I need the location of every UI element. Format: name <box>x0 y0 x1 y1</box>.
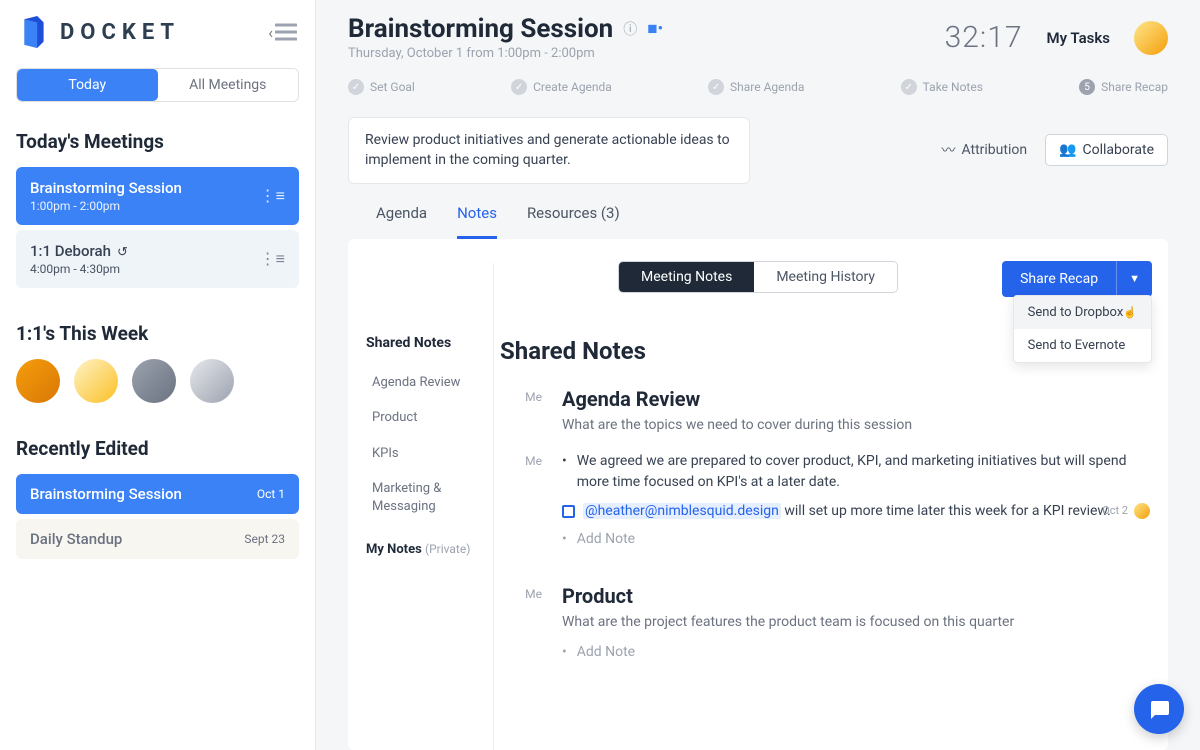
task-item[interactable]: @heather@nimblesquid.design will set up … <box>562 503 1150 519</box>
avatar[interactable] <box>74 359 118 403</box>
meeting-datetime: Thursday, October 1 from 1:00pm - 2:00pm <box>348 46 663 61</box>
step-set-goal[interactable]: ✓Set Goal <box>348 79 415 95</box>
chevron-left-icon: ‹ <box>268 23 273 42</box>
avatar[interactable] <box>132 359 176 403</box>
video-icon[interactable]: ■• <box>647 19 663 39</box>
sidebar: DOCKET ‹ Today All Meetings Today's Meet… <box>0 0 316 750</box>
people-icon: 👥 <box>1059 142 1076 158</box>
assignee-avatar[interactable] <box>1134 503 1150 519</box>
add-note-button[interactable]: •Add Note <box>562 642 1150 663</box>
recent-title: Daily Standup <box>30 530 122 548</box>
outline-marketing[interactable]: Marketing & Messaging <box>366 471 498 524</box>
share-recap-menu: Send to Dropbox☝ Send to Evernote <box>1013 295 1152 363</box>
view-toggle: Today All Meetings <box>16 68 299 102</box>
chart-icon: 〰 <box>941 140 955 160</box>
recent-date: Oct 1 <box>257 487 285 501</box>
meeting-time: 4:00pm - 4:30pm <box>30 262 128 276</box>
info-icon[interactable]: ⓘ <box>623 19 637 39</box>
attribution-button[interactable]: 〰 Attribution <box>941 140 1027 160</box>
step-share-agenda[interactable]: ✓Share Agenda <box>708 79 804 95</box>
section-agenda-review-title: Agenda Review <box>562 387 1150 411</box>
recent-standup[interactable]: Daily Standup Sept 23 <box>16 519 299 559</box>
toggle-today[interactable]: Today <box>17 69 158 101</box>
check-icon: ✓ <box>901 79 917 95</box>
logo[interactable]: DOCKET <box>18 16 180 48</box>
note-bullet[interactable]: •We agreed we are prepared to cover prod… <box>562 451 1150 493</box>
history-icon: ↺ <box>117 245 128 260</box>
check-icon: ✓ <box>511 79 527 95</box>
collapse-sidebar-button[interactable]: ‹ <box>268 23 297 42</box>
outline-product[interactable]: Product <box>366 400 498 436</box>
collaborate-button[interactable]: 👥 Collaborate <box>1045 134 1168 166</box>
checkbox-icon[interactable] <box>562 505 575 518</box>
avatar[interactable] <box>16 359 60 403</box>
list-icon[interactable]: ⋮≡ <box>260 249 285 269</box>
outline-kpis[interactable]: KPIs <box>366 436 498 472</box>
meeting-card-deborah[interactable]: 1:1 Deborah↺ 4:00pm - 4:30pm ⋮≡ <box>16 230 299 288</box>
check-icon: ✓ <box>348 79 364 95</box>
section-agenda-review-sub: What are the topics we need to cover dur… <box>562 417 1150 433</box>
share-recap-caret[interactable]: ▼ <box>1116 261 1152 297</box>
logo-icon <box>18 16 50 48</box>
recent-brainstorming[interactable]: Brainstorming Session Oct 1 <box>16 474 299 514</box>
meeting-title: 1:1 Deborah↺ <box>30 242 128 260</box>
mention[interactable]: @heather@nimblesquid.design <box>583 503 781 519</box>
add-note-button[interactable]: •Add Note <box>562 529 1150 550</box>
notes-panel: Meeting Notes Meeting History Share Reca… <box>348 239 1168 750</box>
shared-notes-heading: Shared Notes <box>366 335 498 351</box>
author-label: Me <box>500 584 542 673</box>
menu-send-dropbox[interactable]: Send to Dropbox☝ <box>1014 296 1151 329</box>
timer: 32:17 <box>945 20 1023 55</box>
ones-this-week-heading: 1:1's This Week <box>16 322 299 345</box>
tab-resources[interactable]: Resources (3) <box>527 204 620 239</box>
share-recap-button[interactable]: Share Recap <box>1002 261 1116 297</box>
meeting-title: Brainstorming Session <box>30 179 182 197</box>
recently-edited-heading: Recently Edited <box>16 437 299 460</box>
notes-outline: Shared Notes Agenda Review Product KPIs … <box>348 263 498 750</box>
step-take-notes[interactable]: ✓Take Notes <box>901 79 983 95</box>
author-label: Me <box>500 387 542 445</box>
goal-text: Review product initiatives and generate … <box>348 117 750 184</box>
chat-icon <box>1147 697 1171 721</box>
tab-agenda[interactable]: Agenda <box>376 204 427 239</box>
recent-title: Brainstorming Session <box>30 485 182 503</box>
step-create-agenda[interactable]: ✓Create Agenda <box>511 79 612 95</box>
step-share-recap[interactable]: 5Share Recap <box>1079 79 1168 95</box>
meeting-time: 1:00pm - 2:00pm <box>30 199 182 213</box>
list-icon[interactable]: ⋮≡ <box>260 186 285 206</box>
content-tabs: Agenda Notes Resources (3) <box>348 184 1168 240</box>
notes-subtabs: Meeting Notes Meeting History <box>618 261 898 293</box>
progress-steps: ✓Set Goal ✓Create Agenda ✓Share Agenda ✓… <box>316 69 1200 103</box>
check-icon: ✓ <box>708 79 724 95</box>
step-number: 5 <box>1079 79 1095 95</box>
subtab-meeting-notes[interactable]: Meeting Notes <box>619 262 754 292</box>
ones-avatars <box>16 359 299 403</box>
meeting-card-brainstorming[interactable]: Brainstorming Session 1:00pm - 2:00pm ⋮≡ <box>16 167 299 225</box>
profile-avatar[interactable] <box>1134 21 1168 55</box>
my-notes-heading[interactable]: My Notes (Private) <box>366 542 498 557</box>
main: Brainstorming Session ⓘ ■• Thursday, Oct… <box>316 0 1200 750</box>
logo-text: DOCKET <box>60 20 180 45</box>
toggle-all-meetings[interactable]: All Meetings <box>158 69 299 101</box>
section-product-title: Product <box>562 584 1150 608</box>
menu-send-evernote[interactable]: Send to Evernote <box>1014 329 1151 362</box>
recent-date: Sept 23 <box>244 532 285 546</box>
todays-meetings-heading: Today's Meetings <box>16 130 299 153</box>
subtab-meeting-history[interactable]: Meeting History <box>754 262 897 292</box>
section-product-sub: What are the project features the produc… <box>562 614 1150 630</box>
page-title: Brainstorming Session <box>348 14 613 44</box>
task-date: Oct 2 <box>1102 504 1128 517</box>
outline-agenda-review[interactable]: Agenda Review <box>366 365 498 401</box>
hamburger-icon <box>275 23 297 41</box>
tab-notes[interactable]: Notes <box>457 204 497 239</box>
cursor-icon: ☝ <box>1123 306 1137 319</box>
chat-fab[interactable] <box>1134 684 1184 734</box>
my-tasks-link[interactable]: My Tasks <box>1046 29 1110 47</box>
avatar[interactable] <box>190 359 234 403</box>
author-label: Me <box>500 451 542 560</box>
